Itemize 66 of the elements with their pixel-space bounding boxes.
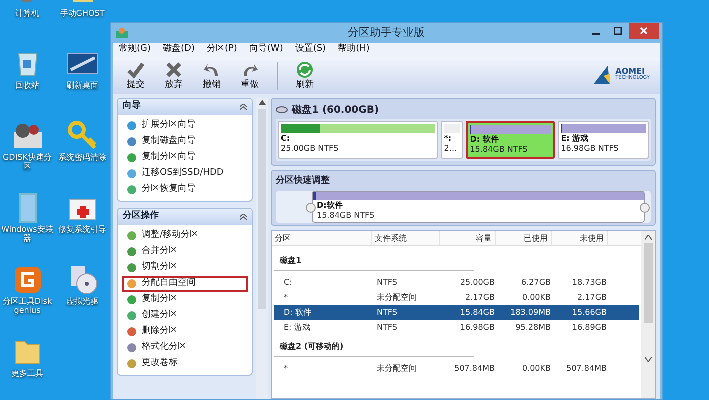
disk-title: 磁盘1 (60.00GB) [292, 104, 380, 118]
resize-handle[interactable] [306, 202, 316, 212]
check-icon [126, 60, 146, 80]
sidebar-item[interactable]: 复制分区 [122, 292, 248, 308]
toolbar-button[interactable]: 重做 [233, 60, 267, 91]
column-header[interactable]: 分区 [272, 231, 372, 245]
table-row[interactable]: * 未分配空间 507.84MB 0.00KB 507.84MB [274, 361, 639, 376]
window-title: 分区助手专业版 [348, 24, 425, 41]
table-row[interactable]: D: 软件 NTFS 15.84GB 183.09MB 15.66GB [274, 305, 639, 320]
maximize-icon [614, 27, 622, 35]
column-header[interactable]: 已使用 [496, 231, 552, 245]
sidebar-item[interactable]: 分配自由空间 [122, 276, 248, 292]
sidebar-item[interactable]: 迁移OS到SSD/HDD [122, 166, 248, 182]
menu-item[interactable]: 设置(S) [295, 43, 326, 57]
cross-icon [164, 60, 184, 80]
partition-size: 15.84GB NTFS [316, 210, 376, 220]
logo-name: AOMEI [616, 68, 646, 76]
partition-name: D:软件 [316, 200, 344, 210]
table-row[interactable]: E: 游戏 NTFS 16.98GB 95.28MB 16.89GB [274, 320, 639, 335]
menu-item[interactable]: 向导(W) [249, 43, 284, 57]
sidebar-item[interactable]: 合并分区 [122, 244, 248, 260]
panel-title: 分区快速调整 [276, 175, 331, 188]
scroll-up-icon[interactable] [258, 100, 266, 105]
section-title: 分区操作 [123, 210, 159, 224]
column-header[interactable]: 文件系统 [372, 231, 440, 245]
sidebar-item[interactable]: 切割分区 [122, 260, 248, 276]
sidebar-item[interactable]: 更改卷标 [122, 356, 248, 372]
sidebar-item[interactable]: 扩展分区向导 [122, 118, 248, 134]
collapse-icon[interactable] [240, 104, 247, 110]
disk-heading: 磁盘1 [280, 255, 302, 267]
column-header[interactable]: 容量 [440, 231, 496, 245]
disk-heading: 磁盘2 (可移动的) [280, 341, 344, 353]
sidebar-item[interactable]: 分区恢复向导 [122, 182, 248, 198]
partition-block[interactable]: D: 软件 15.84GB NTFS [466, 121, 556, 159]
sidebar-item[interactable]: 删除分区 [122, 324, 248, 340]
key-icon[interactable] [66, 120, 98, 152]
section-title: 向导 [123, 100, 141, 114]
scrollbar[interactable] [641, 231, 655, 398]
toolbar-button[interactable]: 刷新 [288, 60, 322, 91]
sidebar-item[interactable]: 调整/移动分区 [122, 228, 248, 244]
scrollbar[interactable] [256, 98, 268, 399]
sidebar-item[interactable]: 复制分区向导 [122, 150, 248, 166]
partition-block[interactable]: *: 2… [441, 121, 464, 159]
table-row[interactable]: * 未分配空间 2.17GB 0.00KB 2.17GB [274, 290, 639, 305]
app-icon [115, 27, 129, 39]
close-button[interactable] [629, 23, 659, 39]
partition-block[interactable]: C: 25.00GB NTFS [278, 121, 438, 159]
refresh-icon [295, 60, 315, 80]
menu-item[interactable]: 磁盘(D) [163, 43, 195, 57]
close-icon [640, 27, 648, 35]
column-header[interactable]: 未使用 [552, 231, 608, 245]
sidebar-item[interactable]: 格式化分区 [122, 340, 248, 356]
sidebar-item[interactable]: 创建分区 [122, 308, 248, 324]
partition-slider[interactable]: D:软件 15.84GB NTFS [312, 190, 645, 222]
menu-item[interactable]: 帮助(H) [338, 43, 370, 57]
scroll-up-icon[interactable] [644, 235, 652, 240]
toolbar-button[interactable]: 提交 [119, 60, 153, 91]
collapse-icon[interactable] [240, 214, 247, 220]
scroll-down-icon[interactable] [644, 357, 652, 362]
menu-item[interactable]: 分区(P) [206, 43, 238, 57]
partition-block[interactable]: E: 游戏 16.98GB NTFS [558, 121, 649, 159]
sidebar-item[interactable]: 复制磁盘向导 [122, 134, 248, 150]
toolbar-button[interactable]: 放弃 [157, 60, 191, 91]
menu-item[interactable]: 常规(G) [119, 43, 151, 57]
table-row[interactable]: C: NTFS 25.00GB 6.27GB 18.73GB [274, 275, 639, 290]
toolbar-button[interactable]: 撤销 [195, 60, 229, 91]
